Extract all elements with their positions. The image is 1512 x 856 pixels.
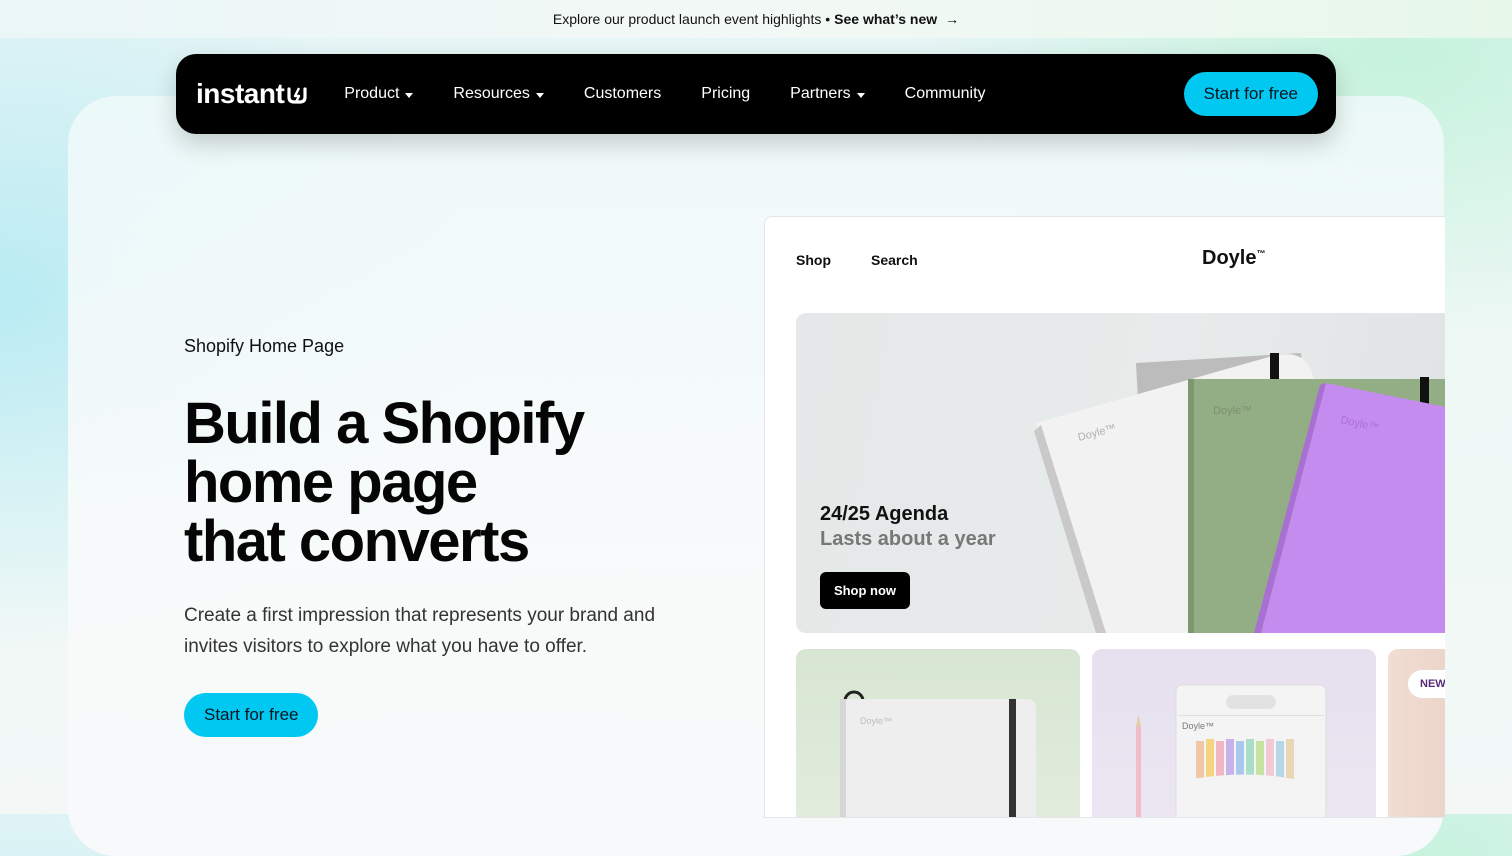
headline-line: Build a Shopify [184, 391, 585, 456]
caret-down-icon [535, 92, 544, 98]
nav-item-label: Customers [583, 85, 662, 102]
nav-item-label: Partners [790, 85, 851, 102]
agenda-banner: Doyle™ Doyle™ Doyle™ 24/25 Agenda Lasts … [796, 313, 1445, 633]
logo[interactable]: instant [196, 78, 308, 110]
arrow-right-icon[interactable]: → [945, 11, 959, 27]
announcement-bar: Explore our product launch event highlig… [0, 0, 1512, 38]
product-tile[interactable]: NEW [1388, 649, 1445, 817]
nav-items: Product Resources Customers Pricing Part… [344, 85, 1025, 103]
notebook-label: Doyle™ [1213, 405, 1252, 417]
hero-subcopy: Create a first impression that represent… [184, 605, 656, 657]
product-tile[interactable]: Doyle™ [796, 649, 1080, 817]
nav-item-community[interactable]: Community [905, 85, 986, 103]
new-badge: NEW [1408, 670, 1445, 698]
banner-subtitle: Lasts about a year [820, 528, 996, 550]
caret-down-icon [856, 92, 865, 98]
nav-item-product[interactable]: Product [344, 85, 414, 103]
headline-line: home page [184, 450, 478, 515]
preview-brand: Doyle™ [1202, 247, 1265, 270]
preview-nav-search[interactable]: Search [871, 252, 918, 268]
logo-text: instant [196, 78, 285, 109]
hero-headline: Build a Shopify home page that converts [184, 394, 704, 571]
hero-eyebrow: Shopify Home Page [184, 336, 345, 356]
product-tile[interactable]: Doyle™ [1092, 649, 1376, 817]
colored-pencils-image: Doyle™ [1136, 684, 1327, 817]
instant-mark-icon [287, 87, 307, 104]
nav-item-resources[interactable]: Resources [453, 85, 544, 103]
nav-item-customers[interactable]: Customers [584, 85, 661, 103]
store-preview: Shop Search Doyle™ Doyle™ Doyle™ Doyle™ … [764, 216, 1445, 818]
hero-start-free-button[interactable]: Start for free [184, 693, 319, 737]
pencil-box-label: Doyle™ [1182, 721, 1214, 731]
trademark-mark: ™ [1256, 248, 1266, 259]
main-nav: instant Product Resources Customers Pric… [176, 54, 1336, 134]
nav-item-label: Pricing [701, 85, 751, 102]
nav-item-partners[interactable]: Partners [790, 85, 865, 103]
notebook-label: Doyle™ [860, 716, 892, 726]
preview-nav-shop[interactable]: Shop [796, 252, 831, 268]
nav-item-pricing[interactable]: Pricing [701, 85, 750, 103]
nav-item-label: Resources [453, 85, 530, 102]
announcement-link[interactable]: See what’s new [834, 11, 937, 27]
shop-now-button[interactable]: Shop now [820, 572, 910, 609]
nav-item-label: Product [344, 85, 400, 102]
announcement-text: Explore our product launch event highlig… [552, 11, 831, 27]
caret-down-icon [405, 92, 414, 98]
notebook-image: Doyle™ [840, 690, 1036, 817]
nav-item-label: Community [904, 85, 986, 102]
banner-title: 24/25 Agenda [820, 503, 949, 525]
headline-line: that converts [184, 509, 530, 574]
preview-nav: Shop Search [796, 252, 918, 268]
preview-brand-name: Doyle [1202, 247, 1257, 269]
nav-start-free-button[interactable]: Start for free [1183, 72, 1318, 116]
